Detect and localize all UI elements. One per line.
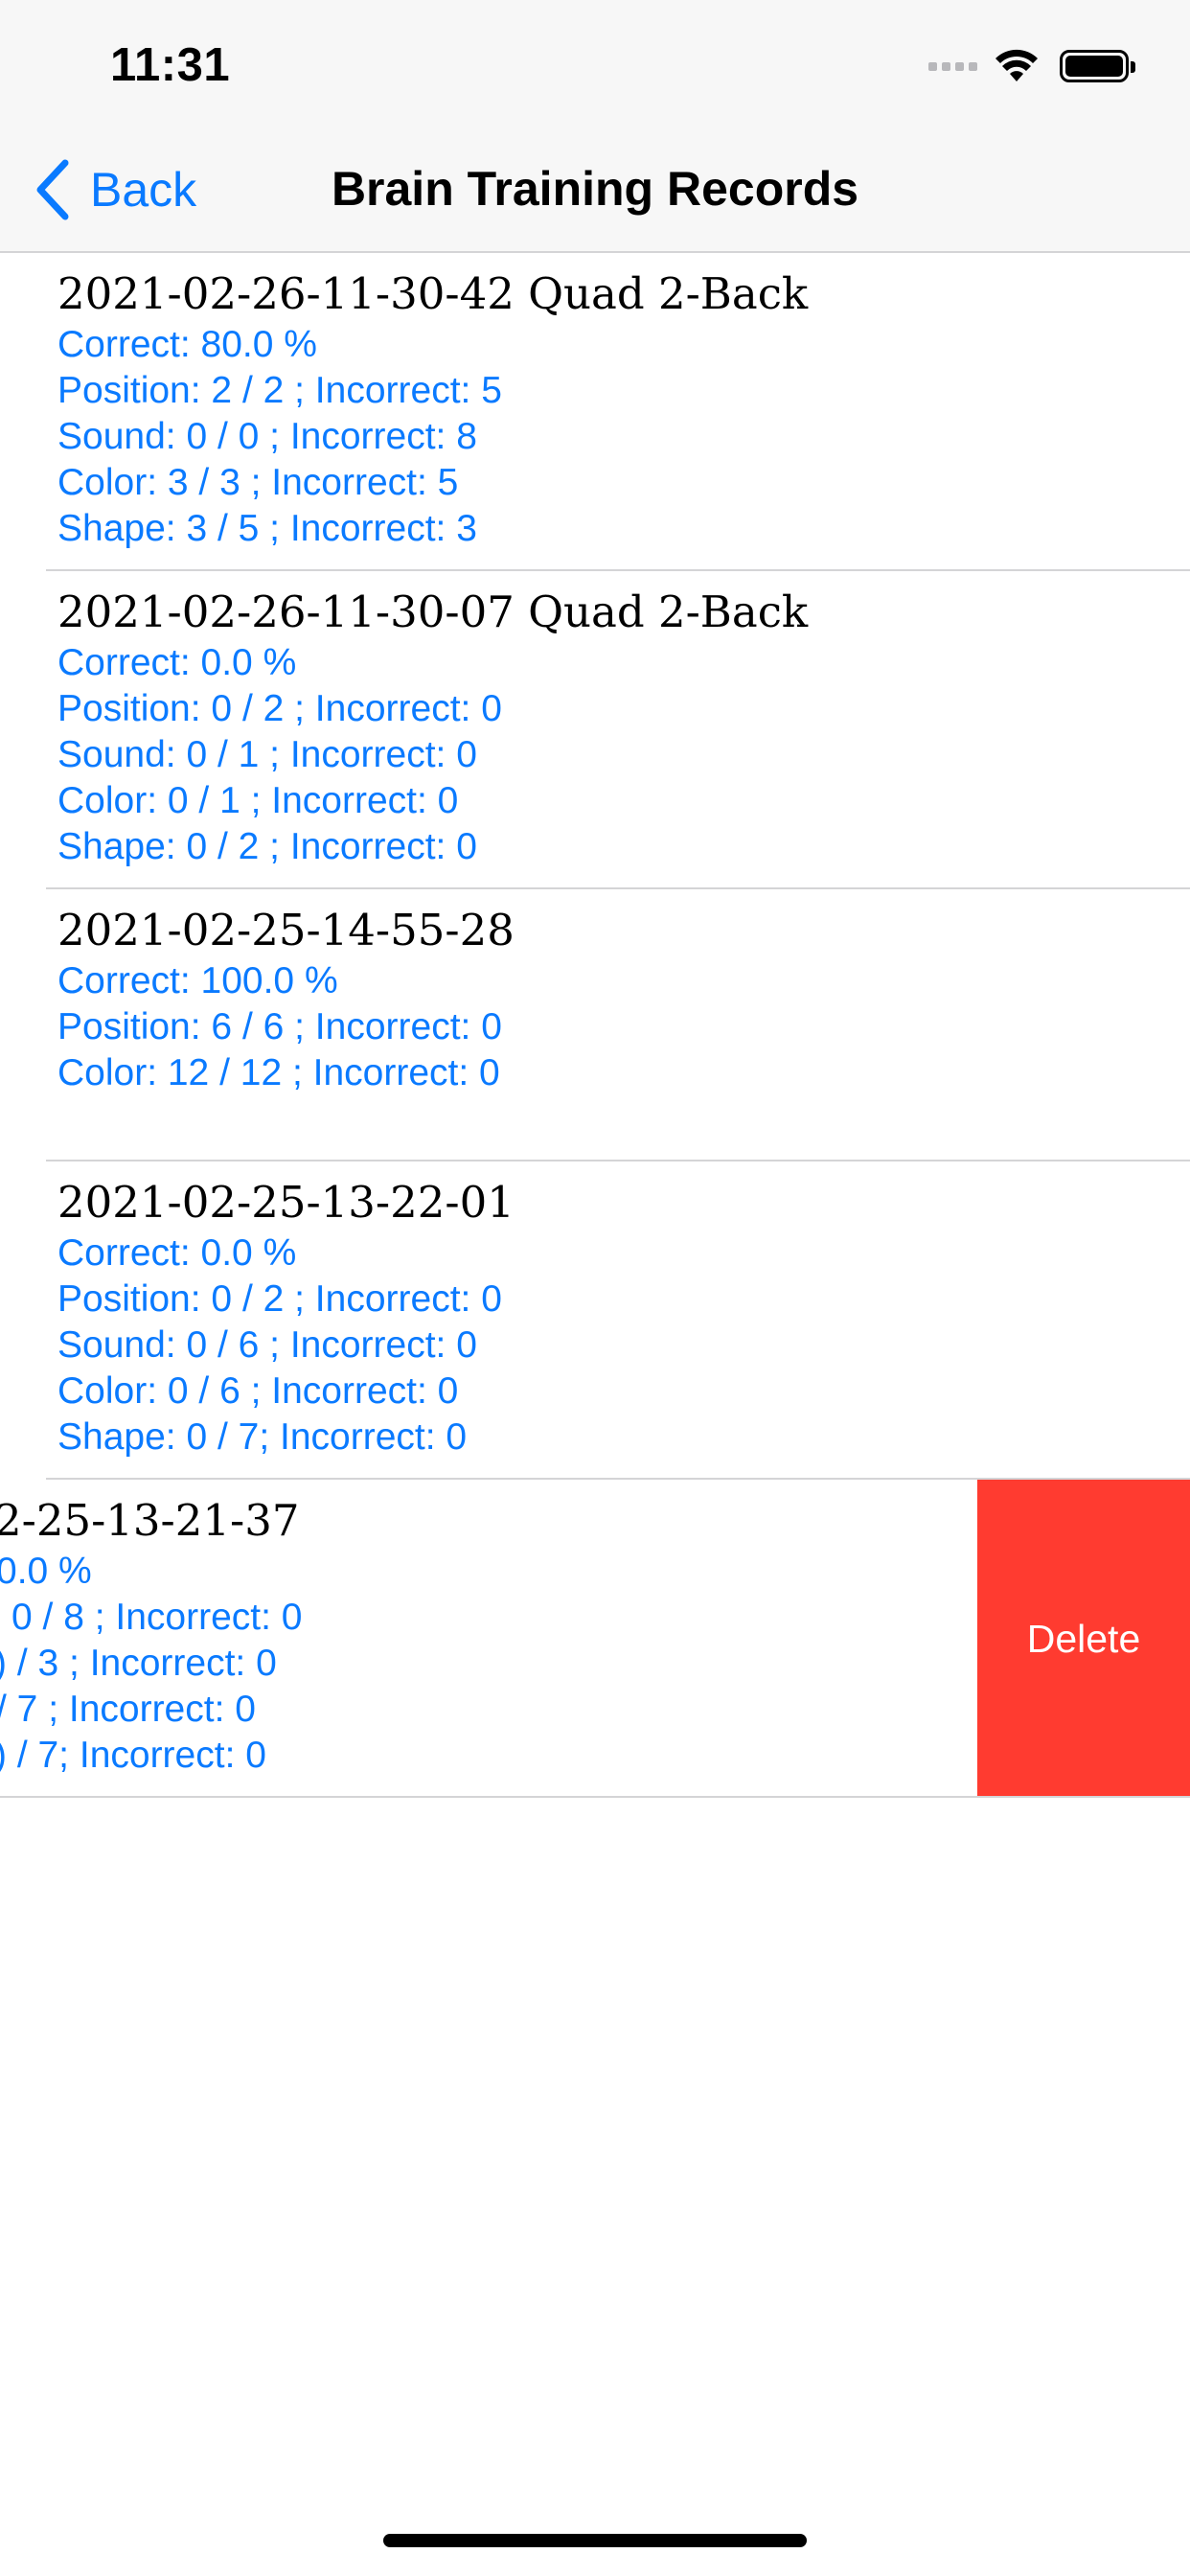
record-shape: Shape: 3 / 5 ; Incorrect: 3 (57, 508, 477, 549)
delete-label: Delete (1026, 1616, 1141, 1661)
list-item[interactable]: 2021-02-25-14-55-28 Correct: 100.0 % Pos… (0, 889, 1190, 1162)
record-correct: Correct: 0.0 % (57, 642, 297, 683)
record-title: 2021-02-25-13-22-01 (57, 1177, 515, 1228)
record-position: Position: 0 / 2 ; Incorrect: 0 (57, 688, 502, 729)
record-color: Color: 0 / 6 ; Incorrect: 0 (57, 1370, 459, 1412)
record-sound: Sound: 0 / 1 ; Incorrect: 0 (57, 734, 477, 775)
record-sound: Sound: 0 / 6 ; Incorrect: 0 (57, 1324, 477, 1366)
record-color: Color: 0 / 1 ; Incorrect: 0 (57, 780, 459, 821)
status-time: 11:31 (110, 39, 231, 91)
record-title: 2021-02-26-11-30-42 Quad 2-Back (57, 268, 809, 319)
record-title: 2-25-13-21-37 (0, 1495, 300, 1546)
cellular-signal-icon (928, 61, 977, 71)
record-shape: Shape: 0 / 7; Incorrect: 0 (57, 1416, 468, 1458)
record-position: Position: 6 / 6 ; Incorrect: 0 (57, 1006, 502, 1047)
list-item[interactable]: 2021-02-26-11-30-07 Quad 2-Back Correct:… (0, 571, 1190, 889)
record-position: Position: 0 / 2 ; Incorrect: 0 (57, 1278, 502, 1320)
record-position: Position: 2 / 2 ; Incorrect: 5 (57, 370, 502, 411)
record-content: 2021-02-25-13-22-01 Correct: 0.0 % Posit… (0, 1162, 1190, 1480)
record-correct: Correct: 0.0 % (57, 1232, 297, 1274)
record-shape: Shape: 0 / 2 ; Incorrect: 0 (57, 826, 477, 867)
list-item-swiped[interactable]: 2-25-13-21-37 0.0 % 0 / 8 ; Incorrect: 0… (0, 1480, 1190, 1798)
record-shape: ) / 7; Incorrect: 0 (0, 1735, 266, 1776)
home-indicator[interactable] (383, 2534, 807, 2547)
record-sound: ) / 3 ; Incorrect: 0 (0, 1643, 277, 1684)
record-color: / 7 ; Incorrect: 0 (0, 1689, 256, 1730)
record-content: 2021-02-26-11-30-42 Quad 2-Back Correct:… (0, 253, 1190, 571)
delete-button[interactable]: Delete (977, 1480, 1190, 1798)
row-separator (0, 1796, 1190, 1798)
record-title: 2021-02-25-14-55-28 (57, 905, 515, 955)
battery-icon (1060, 50, 1135, 82)
record-color: Color: 3 / 3 ; Incorrect: 5 (57, 462, 459, 503)
record-content: 2021-02-25-14-55-28 Correct: 100.0 % Pos… (0, 889, 1190, 1162)
top-bar: 11:31 Back Brain Training Records (0, 0, 1190, 253)
record-content: 2021-02-26-11-30-07 Quad 2-Back Correct:… (0, 571, 1190, 889)
record-title: 2021-02-26-11-30-07 Quad 2-Back (57, 586, 809, 637)
record-sound: Sound: 0 / 0 ; Incorrect: 8 (57, 416, 477, 457)
record-correct: Correct: 80.0 % (57, 324, 317, 365)
wifi-icon (995, 49, 1038, 81)
record-correct: Correct: 100.0 % (57, 960, 338, 1001)
record-correct: 0.0 % (0, 1551, 92, 1592)
record-color: Color: 12 / 12 ; Incorrect: 0 (57, 1052, 500, 1093)
list-item[interactable]: 2021-02-26-11-30-42 Quad 2-Back Correct:… (0, 253, 1190, 571)
record-position: 0 / 8 ; Incorrect: 0 (11, 1597, 303, 1638)
records-list: 2021-02-26-11-30-42 Quad 2-Back Correct:… (0, 253, 1190, 1798)
status-icons (928, 42, 1135, 90)
list-item[interactable]: 2021-02-25-13-22-01 Correct: 0.0 % Posit… (0, 1162, 1190, 1480)
page-title: Brain Training Records (331, 162, 859, 216)
